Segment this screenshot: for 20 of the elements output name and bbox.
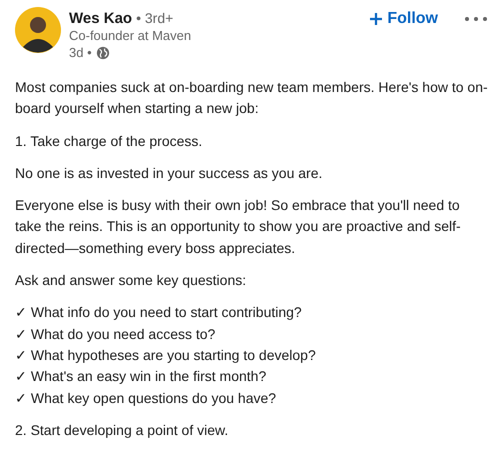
more-icon[interactable] xyxy=(464,15,488,23)
follow-button[interactable]: Follow xyxy=(365,8,442,30)
checklist-item: ✓ What key open questions do you have? xyxy=(15,388,278,408)
post-paragraph: 2. Start developing a point of view. xyxy=(15,420,230,440)
author-name[interactable]: Wes Kao xyxy=(69,10,132,27)
author-headline: Co-founder at Maven xyxy=(69,27,192,44)
checklist-item: ✓ What hypotheses are you starting to develop? xyxy=(15,346,317,365)
post-paragraph: No one is as invested in your success as you are. xyxy=(15,164,324,183)
post-paragraph: Everyone else is busy with their own job! So embrace that you'll need to take the reins. This is an opportunity to show you are proactive and self-directed—something every boss appreciates. xyxy=(15,196,462,258)
post-paragraph: Most companies suck at on-boarding new team members. Here's how to on-board yourself when starting a new job: xyxy=(15,78,489,118)
globe-icon xyxy=(96,46,110,60)
checklist-item: ✓ What info do you need to start contributing? xyxy=(15,303,303,322)
checklist-item: ✓ What's an easy win in the first month? xyxy=(15,367,268,386)
connection-degree: • 3rd+ xyxy=(136,10,174,26)
checklist-item: ✓ What do you need access to? xyxy=(15,324,216,344)
post-paragraph: Ask and answer some key questions: xyxy=(15,271,248,290)
avatar[interactable] xyxy=(15,7,61,53)
plus-icon xyxy=(369,12,384,26)
post-age: 3d • xyxy=(69,44,92,61)
post-paragraph: 1. Take charge of the process. xyxy=(15,132,204,151)
